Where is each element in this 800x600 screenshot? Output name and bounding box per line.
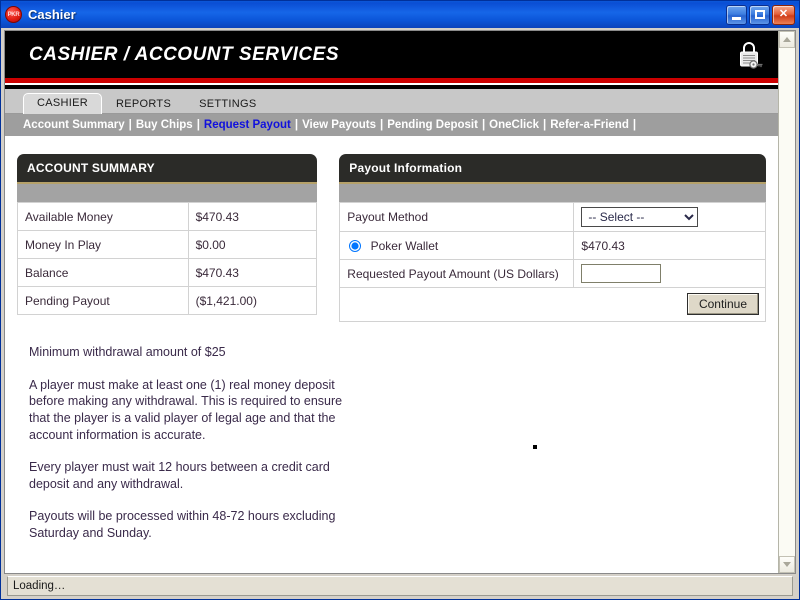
tab-settings[interactable]: SETTINGS xyxy=(185,95,270,114)
panel-spacer-row xyxy=(17,184,318,202)
requested-amount-cell xyxy=(573,259,766,288)
table-row: Balance $470.43 xyxy=(17,258,318,287)
scroll-up-button[interactable] xyxy=(779,31,795,48)
window-title: Cashier xyxy=(28,7,76,22)
payout-information-panel: Payout Information Payout Method -- Sele… xyxy=(339,154,766,322)
account-summary-heading: ACCOUNT SUMMARY xyxy=(17,154,318,182)
browser-pane: CASHIER / ACCOUNT SERVICES CASHIER REPOR… xyxy=(4,30,796,574)
subnav-separator: | xyxy=(632,119,637,131)
close-icon: ✕ xyxy=(778,8,789,20)
minimize-icon xyxy=(732,16,741,20)
poker-chip-icon: PKR xyxy=(5,6,22,23)
payout-method-select[interactable]: -- Select -- xyxy=(581,207,699,227)
row-value: $470.43 xyxy=(187,258,318,287)
row-value: $0.00 xyxy=(187,230,318,259)
note-waiting-period: Every player must wait 12 hours between … xyxy=(29,460,330,491)
subnav-item-account-summary[interactable]: Account Summary xyxy=(23,119,125,131)
scroll-down-button[interactable] xyxy=(779,556,795,573)
main-content: ACCOUNT SUMMARY Available Money $470.43 xyxy=(5,136,778,542)
payout-method-cell: -- Select -- xyxy=(573,202,766,232)
table-row: Payout Method -- Select -- xyxy=(339,202,766,232)
chevron-up-icon xyxy=(783,37,791,42)
subnav-item-refer-a-friend[interactable]: Refer-a-Friend xyxy=(550,119,629,131)
poker-wallet-label: Poker Wallet xyxy=(370,238,439,253)
subnav-item-request-payout[interactable]: Request Payout xyxy=(204,119,291,131)
panel-spacer-row xyxy=(339,184,766,202)
continue-button[interactable]: Continue xyxy=(686,293,759,315)
subnav-separator: | xyxy=(380,119,384,131)
payout-notes: Minimum withdrawal amount of $25 A playe… xyxy=(29,344,349,542)
poker-wallet-radio[interactable] xyxy=(349,239,362,252)
sub-navigation: Account Summary | Buy Chips | Request Pa… xyxy=(5,114,778,136)
subnav-item-pending-deposit[interactable]: Pending Deposit xyxy=(387,119,478,131)
cursor-artifact xyxy=(533,445,537,449)
page-vertical-scrollbar[interactable] xyxy=(778,31,795,573)
subnav-separator: | xyxy=(196,119,200,131)
row-label: Available Money xyxy=(17,202,189,231)
table-row: Pending Payout ($1,421.00) xyxy=(17,286,318,315)
table-row: Poker Wallet $470.43 xyxy=(339,231,766,260)
row-label: Balance xyxy=(17,258,189,287)
table-row: Requested Payout Amount (US Dollars) xyxy=(339,259,766,288)
page-title: CASHIER / ACCOUNT SERVICES xyxy=(29,43,339,65)
subnav-separator: | xyxy=(128,119,132,131)
window-client-area: CASHIER / ACCOUNT SERVICES CASHIER REPOR… xyxy=(1,28,799,599)
page-banner: CASHIER / ACCOUNT SERVICES xyxy=(5,31,778,78)
subnav-separator: | xyxy=(481,119,486,131)
tab-cashier[interactable]: CASHIER xyxy=(23,93,102,114)
status-text: Loading… xyxy=(13,580,66,592)
maximize-icon xyxy=(755,9,765,19)
subnav-item-oneclick[interactable]: OneClick xyxy=(489,119,539,131)
note-deposit-requirement: A player must make at least one (1) real… xyxy=(29,377,343,442)
row-label: Money In Play xyxy=(17,230,189,259)
row-value: $470.43 xyxy=(187,202,318,231)
row-value: ($1,421.00) xyxy=(187,286,318,315)
note-minimum-withdrawal: Minimum withdrawal amount of $25 xyxy=(29,345,226,359)
requested-amount-label: Requested Payout Amount (US Dollars) xyxy=(339,259,575,288)
banner-accent-rule xyxy=(5,78,778,83)
tab-reports[interactable]: REPORTS xyxy=(102,95,185,114)
status-bar: Loading… xyxy=(7,576,793,596)
window-titlebar: PKR Cashier ✕ xyxy=(1,1,799,28)
payout-button-row: Continue xyxy=(339,288,766,322)
page-content: CASHIER / ACCOUNT SERVICES CASHIER REPOR… xyxy=(5,31,778,573)
padlock-key-icon xyxy=(740,41,763,69)
panel-row: ACCOUNT SUMMARY Available Money $470.43 xyxy=(17,154,766,322)
payout-method-label: Payout Method xyxy=(339,202,575,232)
maximize-button[interactable] xyxy=(749,4,770,25)
tab-strip: CASHIER REPORTS SETTINGS xyxy=(5,89,778,114)
subnav-separator: | xyxy=(294,119,299,131)
requested-amount-input[interactable] xyxy=(581,264,662,283)
payout-information-heading: Payout Information xyxy=(339,154,766,182)
minimize-button[interactable] xyxy=(726,4,747,25)
window-controls: ✕ xyxy=(726,4,795,25)
note-processing-time: Payouts will be processed within 48-72 h… xyxy=(29,509,336,540)
chevron-down-icon xyxy=(783,562,791,567)
row-label: Pending Payout xyxy=(17,286,189,315)
poker-wallet-amount: $470.43 xyxy=(573,231,766,260)
account-summary-table: Available Money $470.43 Money In Play $0… xyxy=(17,202,318,315)
subnav-item-buy-chips[interactable]: Buy Chips xyxy=(136,119,193,131)
cashier-window: PKR Cashier ✕ CASHIER / ACCOUNT SERVICES xyxy=(0,0,800,600)
payout-information-table: Payout Method -- Select -- Poker Wallet … xyxy=(339,202,766,288)
table-row: Money In Play $0.00 xyxy=(17,230,318,259)
account-summary-panel: ACCOUNT SUMMARY Available Money $470.43 xyxy=(17,154,318,315)
subnav-separator: | xyxy=(543,119,547,131)
subnav-item-view-payouts[interactable]: View Payouts xyxy=(302,119,376,131)
poker-wallet-cell: Poker Wallet xyxy=(339,231,575,260)
table-row: Available Money $470.43 xyxy=(17,202,318,231)
close-button[interactable]: ✕ xyxy=(772,4,795,25)
